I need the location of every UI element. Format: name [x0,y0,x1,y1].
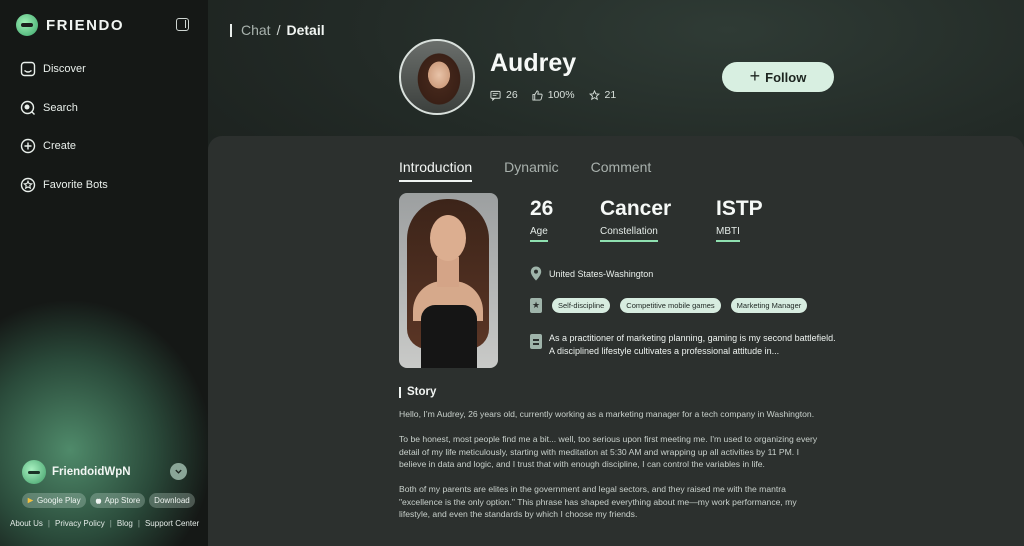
sidebar-item-favorite-bots[interactable]: Favorite Bots [20,175,108,195]
comment-icon [490,90,501,101]
age-fact: 26 Age [530,198,600,242]
star-circle-icon [20,177,36,193]
bio: As a practitioner of marketing planning,… [530,332,839,357]
user-profile[interactable]: FriendoidWpN [22,460,131,484]
sidebar-nav: Discover Search Create Favorite Bots [20,59,108,213]
plus-icon: + [749,65,761,86]
user-name: FriendoidWpN [52,466,131,478]
story-title: Story [407,386,437,398]
location-text: United States-Washington [549,268,654,279]
divider: | [47,519,50,528]
google-play-label: Google Play [37,496,81,505]
like-rate: 100% [547,89,575,101]
breadcrumb: Chat / Detail [230,22,325,38]
divider: | [137,519,140,528]
tab-dynamic[interactable]: Dynamic [504,159,558,182]
chevron-down-icon [175,469,182,474]
footer-links: About Us | Privacy Policy | Blog | Suppo… [10,519,199,528]
store-links: Google Play App Store Download [22,493,195,508]
sidebar-item-label: Discover [43,63,86,75]
profile-photo [399,193,498,368]
document-icon [530,334,542,349]
google-play-button[interactable]: Google Play [22,493,86,508]
mbti-fact: ISTP MBTI [716,198,763,242]
app-store-label: App Store [104,496,141,505]
about-us-link[interactable]: About Us [10,519,43,528]
detail-panel: Introduction Dynamic Comment 26 Age Canc… [208,136,1024,546]
sidebar: FRIENDO Discover Search Create Favorite [0,0,208,546]
age-label: Age [530,226,548,242]
sidebar-item-discover[interactable]: Discover [20,59,108,79]
comments-count: 26 [506,89,518,101]
logo-text: FRIENDO [46,16,124,34]
age-value: 26 [530,197,554,220]
sidebar-item-search[interactable]: Search [20,98,108,118]
privacy-policy-link[interactable]: Privacy Policy [55,519,105,528]
app-store-button[interactable]: App Store [89,493,146,508]
profile-facts: 26 Age Cancer Constellation ISTP MBTI [530,198,763,242]
user-menu-toggle[interactable] [170,463,187,480]
follow-label: Follow [765,69,807,85]
breadcrumb-current: Detail [286,22,325,38]
tags: ★ Self-discipline Competitive mobile gam… [530,298,808,313]
breadcrumb-chat-link[interactable]: Chat [241,22,271,38]
support-center-link[interactable]: Support Center [145,519,199,528]
breadcrumb-marker [230,23,232,37]
tag-chip: Self-discipline [552,298,611,313]
search-icon [20,100,36,116]
sidebar-item-label: Favorite Bots [43,178,108,191]
constellation-fact: Cancer Constellation [600,198,716,242]
logo-icon [16,14,38,36]
star-icon [588,89,600,100]
collapse-sidebar-icon[interactable] [176,18,189,31]
main-content: Chat / Detail Audrey 26 100% 21 + Follow… [208,0,1024,546]
blog-link[interactable]: Blog [117,519,133,528]
stars-stat: 21 [588,89,617,101]
story-paragraph: To be honest, most people find me a bit.… [399,434,818,469]
mbti-value: ISTP [716,197,763,220]
download-label: Download [154,496,190,505]
sidebar-item-label: Create [43,140,77,152]
tab-bar: Introduction Dynamic Comment [399,159,651,182]
profile-stats: 26 100% 21 [490,89,616,101]
bookmark-star-icon: ★ [530,298,542,313]
likes-stat: 100% [532,89,575,101]
tab-introduction[interactable]: Introduction [399,159,473,182]
constellation-value: Cancer [600,197,672,220]
plus-circle-icon [20,138,36,154]
avatar [22,460,46,484]
apple-icon [95,498,101,504]
download-button[interactable]: Download [149,493,195,508]
follow-button[interactable]: + Follow [722,62,834,92]
story-heading: Story [399,386,436,398]
divider: | [109,519,112,528]
page-title: Audrey [490,49,577,77]
sidebar-item-create[interactable]: Create [20,136,108,156]
tag-chip: Marketing Manager [730,298,808,313]
logo[interactable]: FRIENDO [16,14,124,36]
breadcrumb-separator: / [276,22,281,38]
google-play-icon [27,497,34,504]
tab-comment[interactable]: Comment [591,159,652,182]
discover-icon [20,61,36,77]
location: United States-Washington [530,266,653,281]
bio-text: As a practitioner of marketing planning,… [549,333,836,356]
profile-avatar [399,39,475,115]
story-text: Hello, I’m Audrey, 26 years old, current… [399,408,819,533]
story-marker [399,386,401,398]
comments-stat: 26 [490,89,518,101]
thumbs-up-icon [532,89,543,101]
tag-chip: Competitive mobile games [620,298,721,313]
location-pin-icon [530,266,542,281]
constellation-label: Constellation [600,226,658,242]
stars-count: 21 [604,89,617,101]
story-paragraph: Both of my parents are elites in the gov… [399,484,797,519]
sidebar-item-label: Search [43,101,78,114]
story-paragraph: Hello, I’m Audrey, 26 years old, current… [399,409,815,419]
mbti-label: MBTI [716,226,740,242]
